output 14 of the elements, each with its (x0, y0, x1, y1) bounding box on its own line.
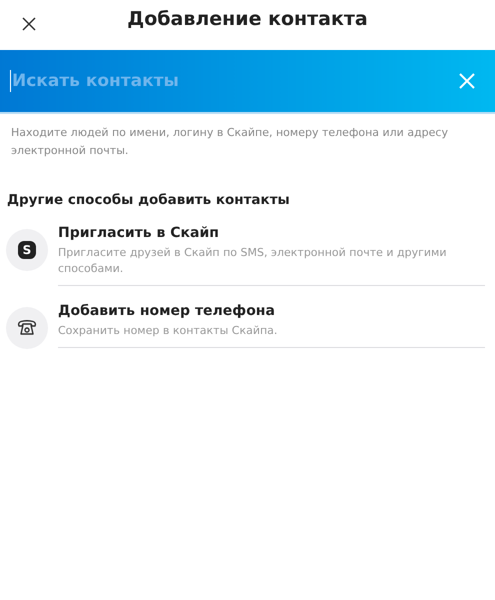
hint-text: Находите людей по имени, логину в Скайпе, номеру телефона или адресу электронной почты. (11, 125, 449, 159)
search-input[interactable]: Искать контакты (12, 71, 455, 91)
close-icon[interactable] (21, 16, 37, 32)
search-field[interactable]: Искать контакты (0, 50, 495, 114)
option-description: Пригласите друзей в Скайп по SMS, электронной почте и другими способами. (58, 245, 448, 277)
option-title: Добавить номер телефона (58, 302, 276, 321)
telephone-icon (6, 307, 48, 349)
option-item[interactable]: Добавить номер телефона Сохранить номер в контакты Скайпа. (0, 300, 495, 349)
option-item[interactable]: S Пригласить в Скайп Пригласите друзей в Скайп по SMS, электронной почте и другими способами. (0, 222, 495, 286)
option-title: Пригласить в Скайп (58, 224, 220, 243)
section-heading: Другие способы добавить контакты (7, 192, 291, 208)
skype-icon: S (6, 229, 48, 271)
window-title: Добавление контакта (127, 8, 368, 30)
option-description: Сохранить номер в контакты Скайпа. (58, 323, 278, 339)
